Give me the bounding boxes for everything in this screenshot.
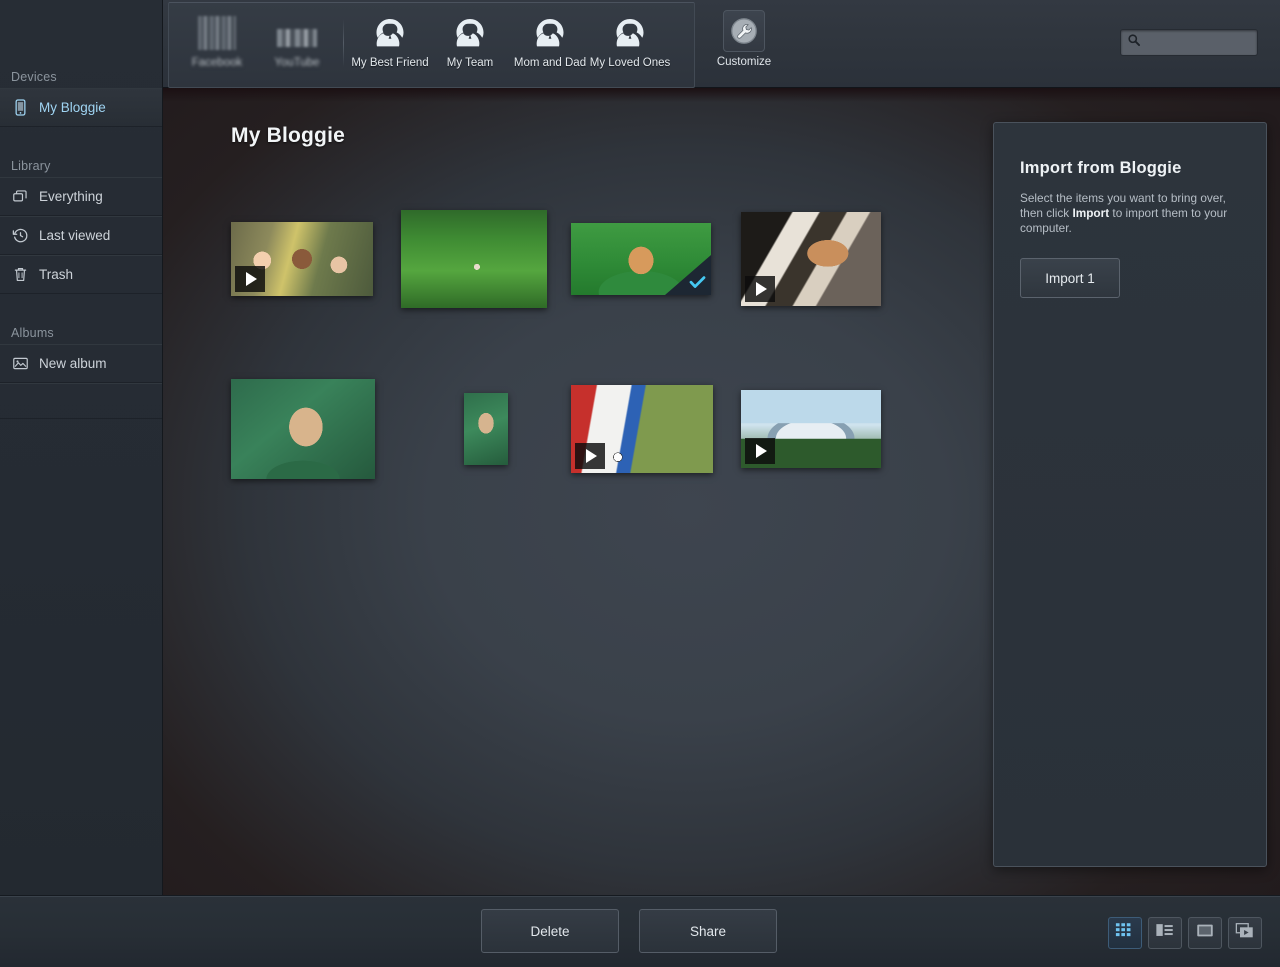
wrench-icon [723, 10, 765, 52]
trash-icon [11, 265, 30, 284]
toolbar-item-mom-and-dad[interactable]: Mom and Dad [510, 9, 590, 69]
people-icon [370, 13, 410, 53]
selected-check-icon [665, 255, 711, 295]
sidebar-section-albums: Albums [11, 326, 54, 340]
album-icon [11, 354, 30, 373]
view-mode-switcher [1108, 917, 1262, 949]
sidebar-item-trash[interactable]: Trash [0, 255, 162, 294]
thumbnail-cell [401, 200, 571, 318]
phone-icon [11, 98, 30, 117]
grid-icon [1115, 922, 1135, 944]
stack-icon [11, 187, 30, 206]
sidebar: Devices My Bloggie Library Everything La… [0, 0, 163, 895]
toolbar-item-facebook[interactable]: Facebook [177, 9, 257, 69]
sidebar-item-new-album[interactable]: New album [0, 344, 162, 383]
import-panel-description: Select the items you want to bring over,… [1020, 191, 1242, 236]
page-title: My Bloggie [231, 124, 346, 147]
thumbnail-snowy-mountain[interactable] [741, 390, 881, 468]
application-window: Devices My Bloggie Library Everything La… [0, 0, 1280, 967]
sidebar-item-label: Trash [39, 267, 74, 282]
single-icon [1195, 922, 1215, 944]
thumbnail-cat-on-grass[interactable] [741, 212, 881, 306]
single-view-button[interactable] [1188, 917, 1222, 949]
thumbnail-cell [741, 200, 911, 318]
sidebar-section-library: Library [11, 159, 51, 173]
thumbnail-cell [571, 200, 741, 318]
thumbnail-children-playing[interactable] [231, 222, 373, 296]
share-targets-panel: Facebook YouTube My Best Friend My Team … [168, 2, 695, 88]
toolbar-item-youtube[interactable]: YouTube [257, 9, 337, 69]
list-view-button[interactable] [1148, 917, 1182, 949]
thumbnail-kitten-in-grass[interactable] [571, 223, 711, 295]
search-box[interactable] [1120, 29, 1258, 56]
thumbnail-image [401, 210, 547, 308]
people-icon [610, 13, 650, 53]
slideshow-view-button[interactable] [1228, 917, 1262, 949]
thumbnail-kitten-portrait[interactable] [464, 393, 508, 465]
sidebar-item-my-bloggie[interactable]: My Bloggie [0, 88, 162, 127]
play-badge-icon [235, 266, 265, 292]
play-badge-icon [745, 276, 775, 302]
thumbnail-cell [231, 200, 401, 318]
customize-button[interactable]: Customize [708, 10, 780, 68]
top-toolbar: Facebook YouTube My Best Friend My Team … [163, 0, 1280, 88]
sidebar-item-label: My Bloggie [39, 100, 106, 115]
import-panel: Import from Bloggie Select the items you… [993, 122, 1267, 867]
thumbnail-image [231, 379, 375, 479]
bottom-bar: Delete Share [0, 895, 1280, 967]
toolbar-divider [343, 19, 344, 67]
import-panel-title: Import from Bloggie [1020, 159, 1182, 177]
facebook-icon [197, 13, 237, 53]
toolbar-item-label: Facebook [191, 57, 243, 69]
sidebar-section-devices: Devices [11, 70, 57, 84]
play-badge-icon [745, 438, 775, 464]
thumbnail-soccer-players[interactable] [571, 385, 713, 473]
thumbnail-cell [741, 370, 911, 488]
slideshow-icon [1235, 922, 1255, 944]
search-icon [1127, 33, 1141, 52]
thumbnail-row [231, 370, 921, 540]
sidebar-item-label: Last viewed [39, 228, 111, 243]
import-desc-bold: Import [1072, 206, 1110, 220]
share-button[interactable]: Share [639, 909, 777, 953]
people-icon [530, 13, 570, 53]
toolbar-item-label: My Team [446, 57, 494, 69]
search-input[interactable] [1146, 35, 1254, 50]
toolbar-item-label: Mom and Dad [513, 57, 587, 69]
sidebar-item-label: New album [39, 356, 107, 371]
toolbar-item-my-best-friend[interactable]: My Best Friend [350, 9, 430, 69]
sidebar-item-label: Everything [39, 189, 103, 204]
sidebar-item-everything[interactable]: Everything [0, 177, 162, 216]
people-icon [450, 13, 490, 53]
thumbnail-cell [401, 370, 571, 488]
thumbnail-forest-path-dog[interactable] [401, 210, 547, 308]
import-button[interactable]: Import 1 [1020, 258, 1120, 298]
customize-label: Customize [716, 56, 772, 68]
thumbnail-grid [231, 200, 921, 540]
play-badge-icon [575, 443, 605, 469]
thumbnail-cell [571, 370, 741, 488]
sidebar-empty-row [0, 383, 162, 419]
toolbar-item-label: My Loved Ones [589, 57, 671, 69]
thumbnail-row [231, 200, 921, 370]
thumbnail-image [464, 393, 508, 465]
sidebar-item-last-viewed[interactable]: Last viewed [0, 216, 162, 255]
toolbar-item-my-loved-ones[interactable]: My Loved Ones [590, 9, 670, 69]
thumbnail-cell [231, 370, 401, 488]
thumbnail-cat-portrait[interactable] [231, 379, 375, 479]
toolbar-item-my-team[interactable]: My Team [430, 9, 510, 69]
clock-back-icon [11, 226, 30, 245]
list-icon [1155, 922, 1175, 944]
toolbar-item-label: YouTube [274, 57, 320, 69]
delete-button[interactable]: Delete [481, 909, 619, 953]
toolbar-item-label: My Best Friend [351, 57, 429, 69]
youtube-icon [277, 13, 317, 53]
grid-view-button[interactable] [1108, 917, 1142, 949]
